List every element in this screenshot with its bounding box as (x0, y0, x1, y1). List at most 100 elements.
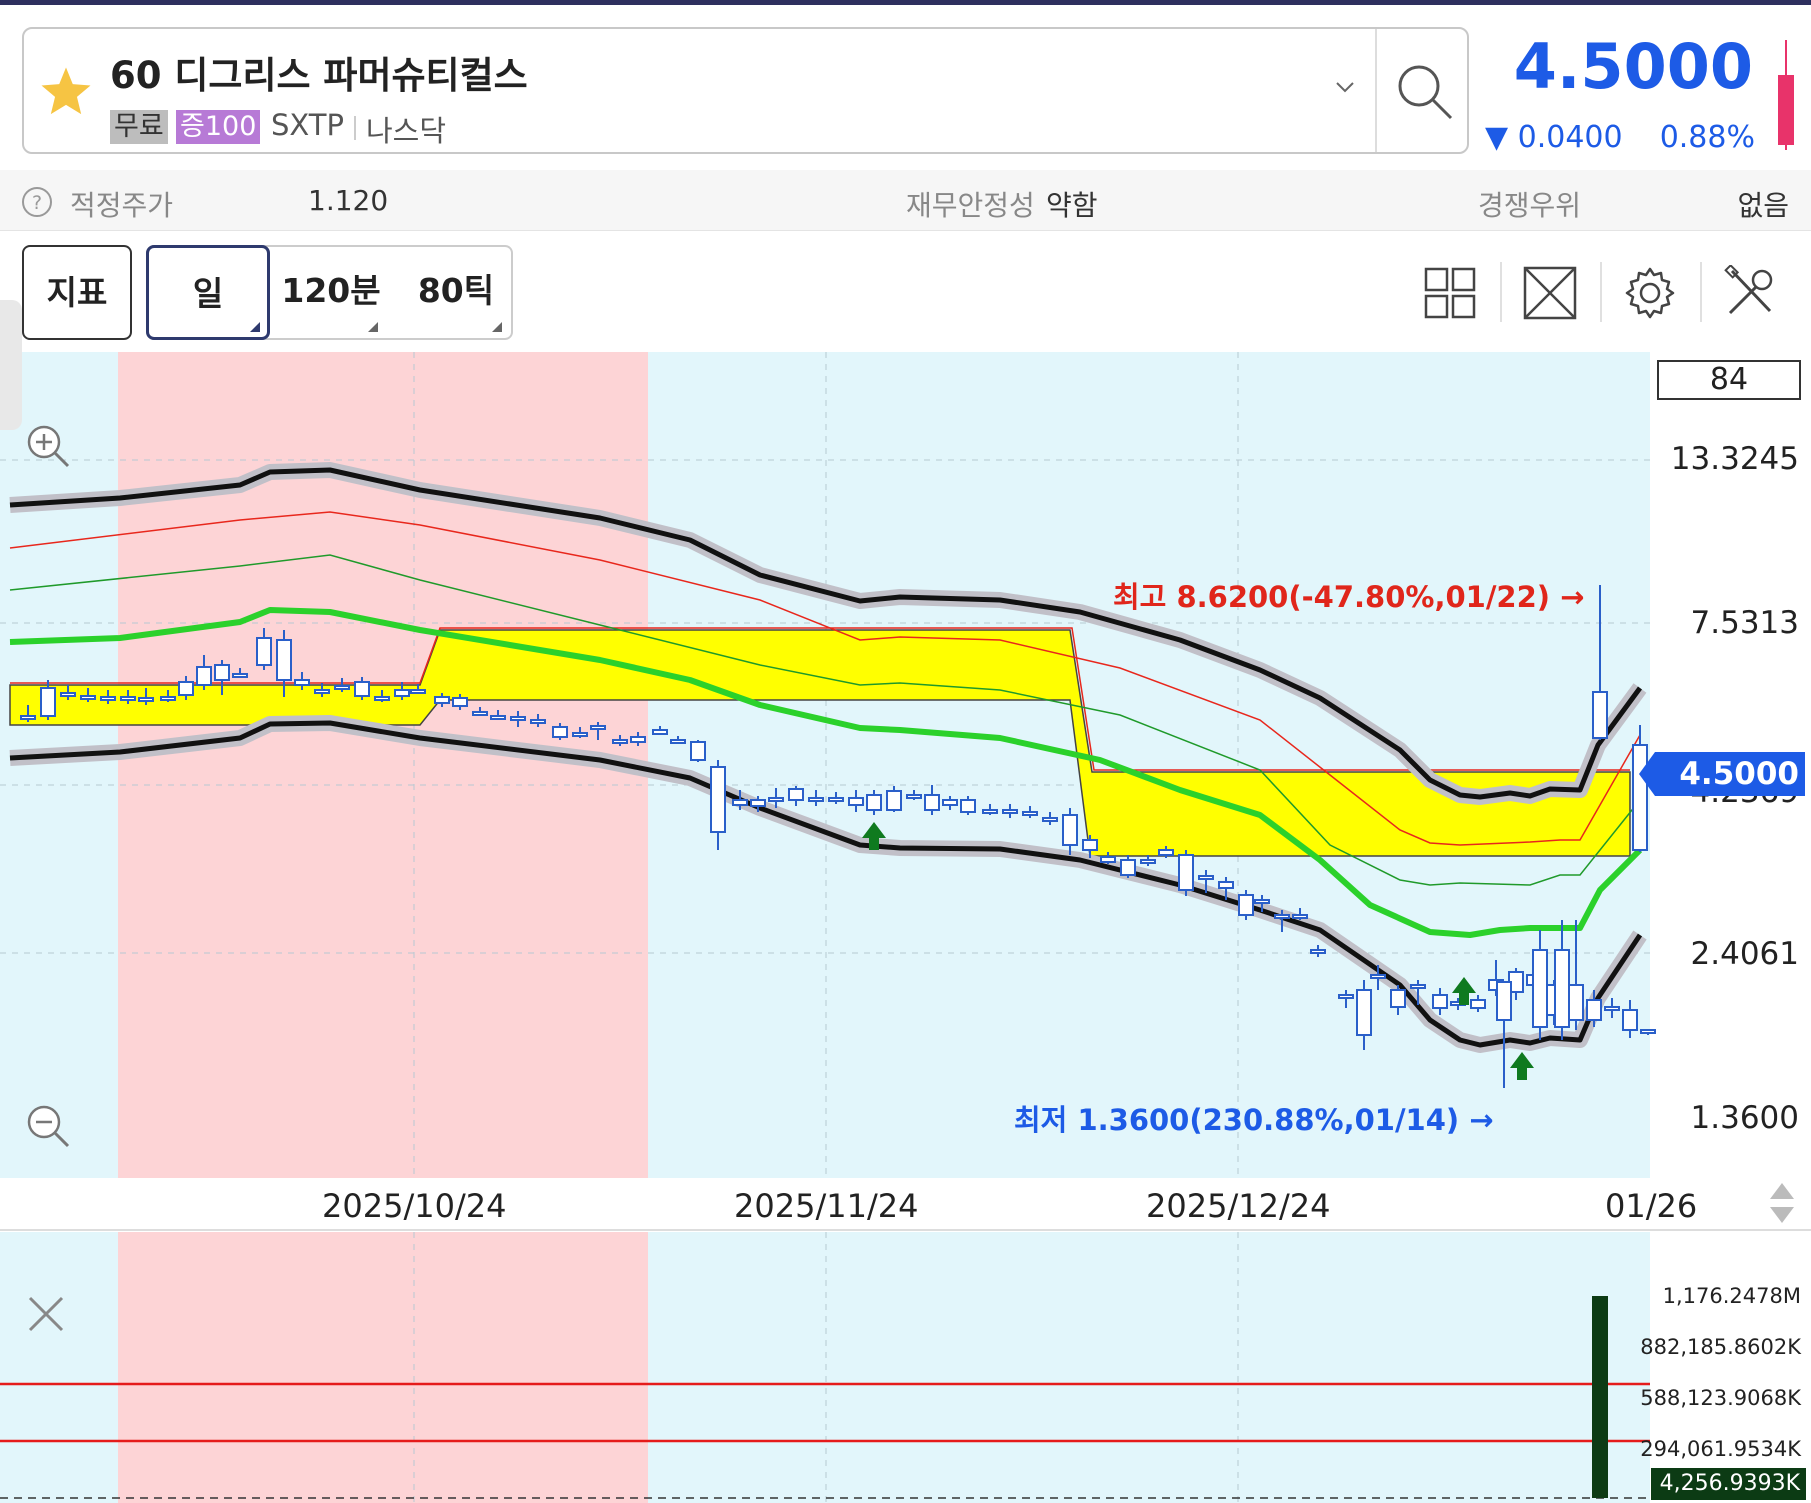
candle-body (848, 797, 864, 806)
zoom-in-icon[interactable] (24, 422, 72, 470)
candle-body (60, 692, 76, 697)
candle-body (80, 695, 96, 700)
free-badge: 무료 (110, 110, 168, 144)
zoom-out-icon[interactable] (24, 1102, 72, 1150)
candle-body (670, 739, 686, 744)
x-axis-label: 2025/10/24 (322, 1187, 507, 1225)
candle-body (214, 664, 230, 681)
side-panel-handle[interactable] (0, 300, 22, 430)
candle-body (314, 689, 330, 694)
candle-body (788, 788, 804, 801)
stock-name: 60 디그리스 파머슈티컬스 (110, 54, 528, 97)
candle-body (886, 790, 902, 811)
candle-body (232, 673, 248, 678)
candle-body (1604, 1006, 1620, 1011)
indicator-button[interactable]: 지표 (22, 245, 132, 340)
chevron-down-icon[interactable] (1334, 76, 1356, 98)
candle-body (906, 794, 922, 799)
divider (1700, 262, 1702, 322)
candle-body (334, 685, 350, 690)
candle-body (472, 711, 488, 716)
current-price: 4.5000 (1513, 30, 1753, 103)
mini-candle-icon (1778, 40, 1794, 150)
margin-badge: 증100 (176, 110, 261, 144)
favorite-star-icon[interactable] (38, 64, 94, 120)
candle-body (960, 799, 976, 813)
low-annotation: 최저 1.3600(230.88%,01/14) → (1014, 1103, 1494, 1137)
price-chart[interactable] (0, 352, 1811, 1503)
candle-body (552, 726, 568, 738)
fair-price-label: 적정주가 (70, 189, 174, 222)
candle-body (1218, 881, 1234, 889)
volume-bar (1592, 1296, 1608, 1498)
candle-body (410, 689, 426, 694)
candle-body (732, 799, 748, 806)
candle-body (1042, 817, 1058, 822)
candle-body (1254, 899, 1270, 904)
candle-body (710, 766, 726, 833)
candle-body (1554, 949, 1570, 1028)
candle-body (434, 696, 450, 704)
candle-body (1356, 989, 1372, 1036)
dropdown-corner-icon (250, 322, 260, 332)
stability-value: 약함 (1046, 189, 1098, 222)
y-axis-label: 13.3245 (1670, 441, 1799, 477)
candle-body (354, 681, 370, 697)
competitive-value: 없음 (1737, 189, 1789, 222)
candle-body (1158, 849, 1174, 856)
competitive-label: 경쟁우위 (1478, 189, 1582, 222)
candle-body (1640, 1029, 1656, 1034)
candle-body (160, 696, 176, 701)
candle-body (1002, 809, 1018, 814)
help-icon[interactable]: ? (21, 186, 53, 218)
candle-body (866, 794, 882, 811)
candle-body (942, 799, 958, 806)
close-icon[interactable] (24, 1292, 68, 1336)
candle-body (510, 716, 526, 721)
candle-body (1238, 894, 1254, 916)
candle-body (1338, 994, 1354, 999)
candle-body (276, 639, 292, 681)
y-axis-label: 1.3600 (1690, 1100, 1799, 1136)
candle-body (590, 725, 606, 730)
candle-body (120, 696, 136, 701)
settings-gear-icon[interactable] (1622, 265, 1678, 321)
divider (1375, 29, 1377, 152)
volume-axis-label: 294,061.9534K (1640, 1437, 1801, 1461)
tools-icon[interactable] (1722, 265, 1778, 321)
candle-body (1622, 1009, 1638, 1031)
x-axis-label: 2025/12/24 (1146, 1187, 1331, 1225)
candle-body (750, 799, 766, 807)
stability-label: 재무안정성 (906, 189, 1035, 222)
search-icon[interactable] (1393, 60, 1455, 122)
candle-body (1082, 839, 1098, 851)
candle-body (1592, 691, 1608, 739)
candle-body (256, 637, 272, 666)
candle-body (1390, 989, 1406, 1008)
candle-body (612, 739, 628, 744)
candle-body (1140, 859, 1156, 864)
candle-body (40, 687, 56, 717)
layout-grid-icon[interactable] (1422, 265, 1478, 321)
dropdown-corner-icon (492, 322, 502, 332)
candle-body (1496, 981, 1512, 1021)
candle-body (294, 679, 310, 686)
fullscreen-icon[interactable] (1522, 265, 1578, 321)
candle-body (490, 715, 506, 720)
candle-body (178, 681, 194, 696)
candle-body (1532, 949, 1548, 1028)
candle-body (768, 797, 784, 802)
volume-axis-label: 1,176.2478M (1662, 1284, 1801, 1308)
x-axis-label: 01/26 (1605, 1187, 1698, 1225)
candle-body (924, 794, 940, 811)
divider (1500, 262, 1502, 322)
scroll-arrows-icon[interactable] (1768, 1181, 1796, 1225)
candle-body (1586, 999, 1602, 1021)
candle-body (1410, 984, 1426, 989)
price-change-percent: 0.88% (1659, 120, 1755, 155)
candle-body (394, 689, 410, 697)
candle-body (374, 696, 390, 701)
high-annotation: 최고 8.6200(-47.80%,01/22) → (1113, 580, 1585, 614)
candle-count-box[interactable]: 84 (1657, 360, 1801, 400)
price-change: ▼ 0.0400 (1485, 120, 1623, 155)
